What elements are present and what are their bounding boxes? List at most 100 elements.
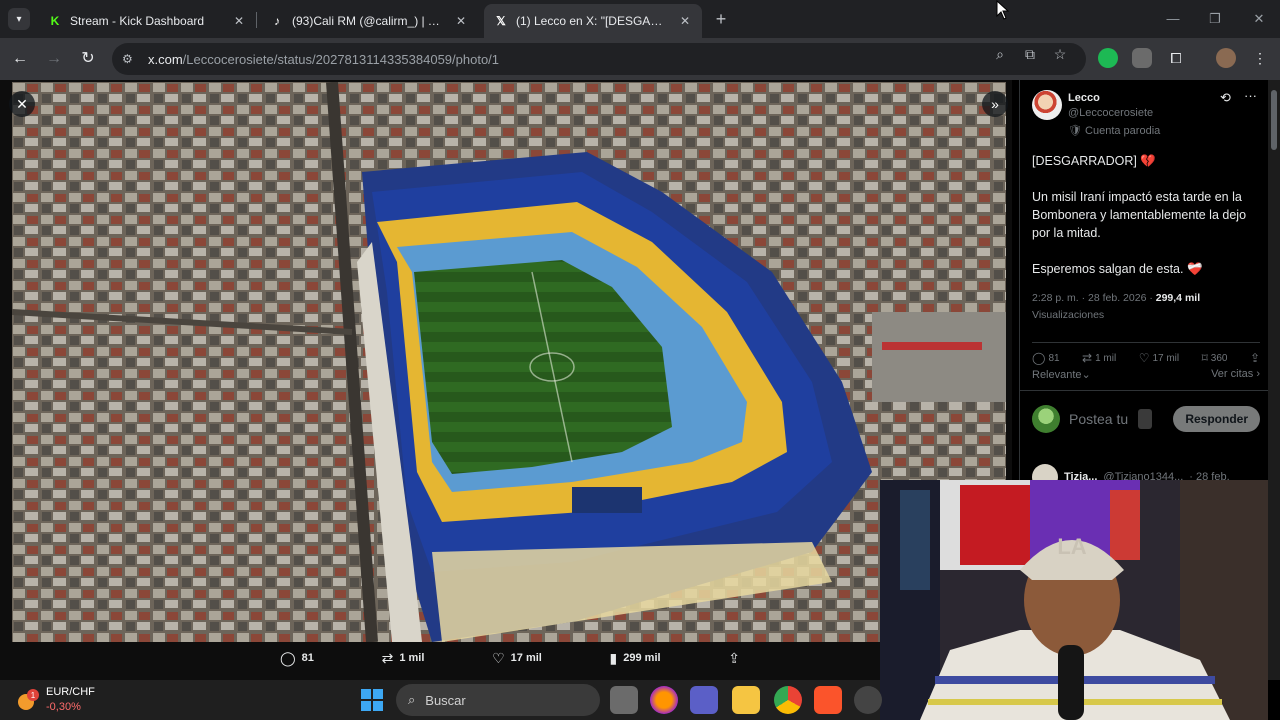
page-scrollbar[interactable]: [1268, 80, 1280, 680]
reply-composer: Postea tu Responder: [1032, 402, 1260, 436]
taskbar-search[interactable]: ⌕ Buscar: [396, 684, 600, 716]
ticker-change: -0,30%: [46, 701, 81, 713]
reply-input[interactable]: Postea tu: [1069, 411, 1128, 427]
tiktok-icon: ♪: [274, 14, 280, 28]
repost-action[interactable]: ⇄ 1 mil: [382, 650, 425, 667]
extension-icon[interactable]: [1132, 48, 1152, 68]
forward-arrow-icon[interactable]: →: [42, 47, 66, 71]
stadium-image: [12, 82, 1006, 642]
profile-avatar[interactable]: [1216, 48, 1236, 68]
tweet-meta: 2:28 p. m. · 28 feb. 2026 · 299,4 mil Vi…: [1032, 290, 1260, 324]
parody-badge: 🛡 Cuenta parodia: [1068, 125, 1161, 137]
scrollbar-thumb[interactable]: [1271, 90, 1277, 150]
close-icon[interactable]: ✕: [232, 14, 246, 28]
reply-icon: ◯: [280, 649, 296, 666]
like-action[interactable]: ♡ 17 mil: [492, 650, 542, 667]
author-name[interactable]: Lecco: [1068, 92, 1100, 104]
heart-icon: ♡: [492, 649, 505, 666]
close-icon[interactable]: ✕: [678, 14, 692, 28]
maximize-button[interactable]: ❐: [1200, 8, 1230, 30]
firefox-icon[interactable]: [650, 686, 678, 714]
composer-toggle[interactable]: [1138, 409, 1153, 429]
mouse-cursor-icon: [996, 0, 1010, 20]
back-arrow-icon[interactable]: ←: [8, 47, 32, 71]
expand-panel-icon[interactable]: »: [982, 91, 1008, 117]
views-chart-icon: ▮: [609, 649, 618, 666]
tweet-timestamp[interactable]: 2:28 p. m. · 28 feb. 2026 ·: [1032, 292, 1153, 304]
kick-icon: K: [50, 14, 60, 28]
share-icon: ⇪: [728, 649, 740, 666]
reply-item[interactable]: Tizia... @Tiziano1344... · 28 feb.: [1032, 464, 1260, 480]
install-app-icon[interactable]: ⧉: [1018, 42, 1042, 66]
tab-tiktok[interactable]: ♪ (93)Cali RM (@calirm_) | TikTok ✕: [260, 4, 478, 38]
windows-start-icon[interactable]: [360, 688, 384, 712]
cap-logo: LA: [1057, 534, 1086, 559]
tab-x-lecco[interactable]: 𝕏 (1) Lecco en X: "[DESGARRADOR ✕: [484, 4, 702, 38]
tweet-stats: ◯ 81 ⇄ 1 mil ♡ 17 mil ⌑ 360 ⇪: [1032, 342, 1260, 365]
chevron-right-icon: ›: [1256, 368, 1260, 380]
reply-author-handle: @Tiziano1344...: [1103, 471, 1184, 480]
repost-icon: ⇄: [1082, 351, 1093, 365]
repost-stat[interactable]: ⇄ 1 mil: [1082, 351, 1116, 365]
task-view-icon[interactable]: [610, 686, 638, 714]
author-handle[interactable]: @Leccocerosiete: [1068, 107, 1153, 119]
reply-stat[interactable]: ◯ 81: [1032, 351, 1060, 365]
browser-menu-icon[interactable]: ⋮: [1248, 46, 1272, 70]
brave-icon[interactable]: [814, 686, 842, 714]
url-text[interactable]: x.com/Leccocerosiete/status/202781311433…: [148, 52, 499, 67]
tweet-text-line: Un misil Iraní impactó esta tarde en la …: [1032, 190, 1247, 240]
tab-kick[interactable]: K Stream - Kick Dashboard ✕: [38, 4, 256, 38]
obs-icon[interactable]: [854, 686, 882, 714]
more-options-icon[interactable]: ···: [1244, 88, 1257, 103]
tab-search-button[interactable]: ▾: [8, 8, 30, 30]
tweet-text-line: Esperemos salgan de esta. ❤️‍🩹: [1032, 262, 1203, 276]
chrome-icon[interactable]: [774, 686, 802, 714]
author-avatar[interactable]: [1032, 90, 1062, 120]
views-action[interactable]: ▮ 299 mil: [610, 650, 661, 667]
reply-button[interactable]: Responder: [1173, 406, 1260, 432]
windows-taskbar: 1 EUR/CHF -0,30% ⌕ Buscar: [0, 680, 882, 720]
zoom-icon[interactable]: ⌕: [988, 42, 1012, 66]
share-icon: ⇪: [1249, 351, 1260, 365]
browser-toolbar: ← → ↻ ⚙ x.com/Leccocerosiete/status/2027…: [0, 38, 1280, 80]
close-icon[interactable]: ✕: [454, 14, 468, 28]
extensions-puzzle-icon[interactable]: ⧠: [1164, 46, 1188, 70]
mask-icon: 🛡: [1068, 125, 1082, 137]
site-info-icon[interactable]: ⚙: [122, 52, 142, 66]
webcam-overlay: LA: [880, 480, 1268, 720]
stocks-widget-icon[interactable]: 1: [16, 688, 40, 712]
divider: [1020, 390, 1268, 391]
reply-action[interactable]: ◯ 81: [280, 650, 314, 667]
tab-title: Stream - Kick Dashboard: [70, 14, 205, 28]
bookmark-star-icon[interactable]: ☆: [1048, 42, 1072, 66]
streamer-webcam-image: LA: [880, 480, 1268, 720]
teams-icon[interactable]: [690, 686, 718, 714]
reply-avatar: [1032, 464, 1058, 480]
chevron-down-icon: ⌄: [1081, 369, 1091, 381]
tab-strip: ▾ K Stream - Kick Dashboard ✕ ♪ (93)Cali…: [0, 0, 1280, 38]
address-bar[interactable]: ⚙ x.com/Leccocerosiete/status/2027813114…: [112, 43, 1086, 75]
bookmark-stat[interactable]: ⌑ 360: [1202, 351, 1228, 365]
file-explorer-icon[interactable]: [732, 686, 760, 714]
close-window-button[interactable]: ✕: [1244, 8, 1274, 30]
ticker-symbol: EUR/CHF: [46, 686, 95, 698]
new-tab-button[interactable]: +: [710, 8, 732, 30]
tweet-text-line: [DESGARRADOR] 💔: [1032, 154, 1156, 168]
close-viewer-icon[interactable]: ✕: [9, 91, 35, 117]
vpn-extension-icon[interactable]: [1098, 48, 1118, 68]
share-stat[interactable]: ⇪: [1250, 351, 1260, 365]
reply-author-name: Tizia...: [1064, 471, 1098, 480]
replies-sort-row: Relevante⌄ Ver citas ›: [1032, 368, 1260, 381]
sort-dropdown[interactable]: Relevante⌄: [1032, 368, 1091, 381]
stadium-aerial-photo: [12, 82, 1006, 642]
grok-icon[interactable]: ⟲: [1220, 90, 1231, 106]
like-stat[interactable]: ♡ 17 mil: [1139, 351, 1179, 365]
photo-viewer: ✕ » ◯ 81 ⇄ 1 mil ♡ 17 mil ▮ 299 mil ⇪: [0, 80, 1012, 680]
views-label: Visualizaciones: [1032, 309, 1105, 321]
tab-title: (93)Cali RM (@calirm_) | TikTok: [292, 14, 446, 28]
view-quotes-link[interactable]: Ver citas ›: [1211, 368, 1260, 381]
reload-icon[interactable]: ↻: [76, 47, 100, 71]
stocks-widget[interactable]: EUR/CHF -0,30%: [46, 685, 95, 715]
minimize-button[interactable]: —: [1158, 8, 1188, 30]
share-action[interactable]: ⇪: [728, 650, 740, 667]
